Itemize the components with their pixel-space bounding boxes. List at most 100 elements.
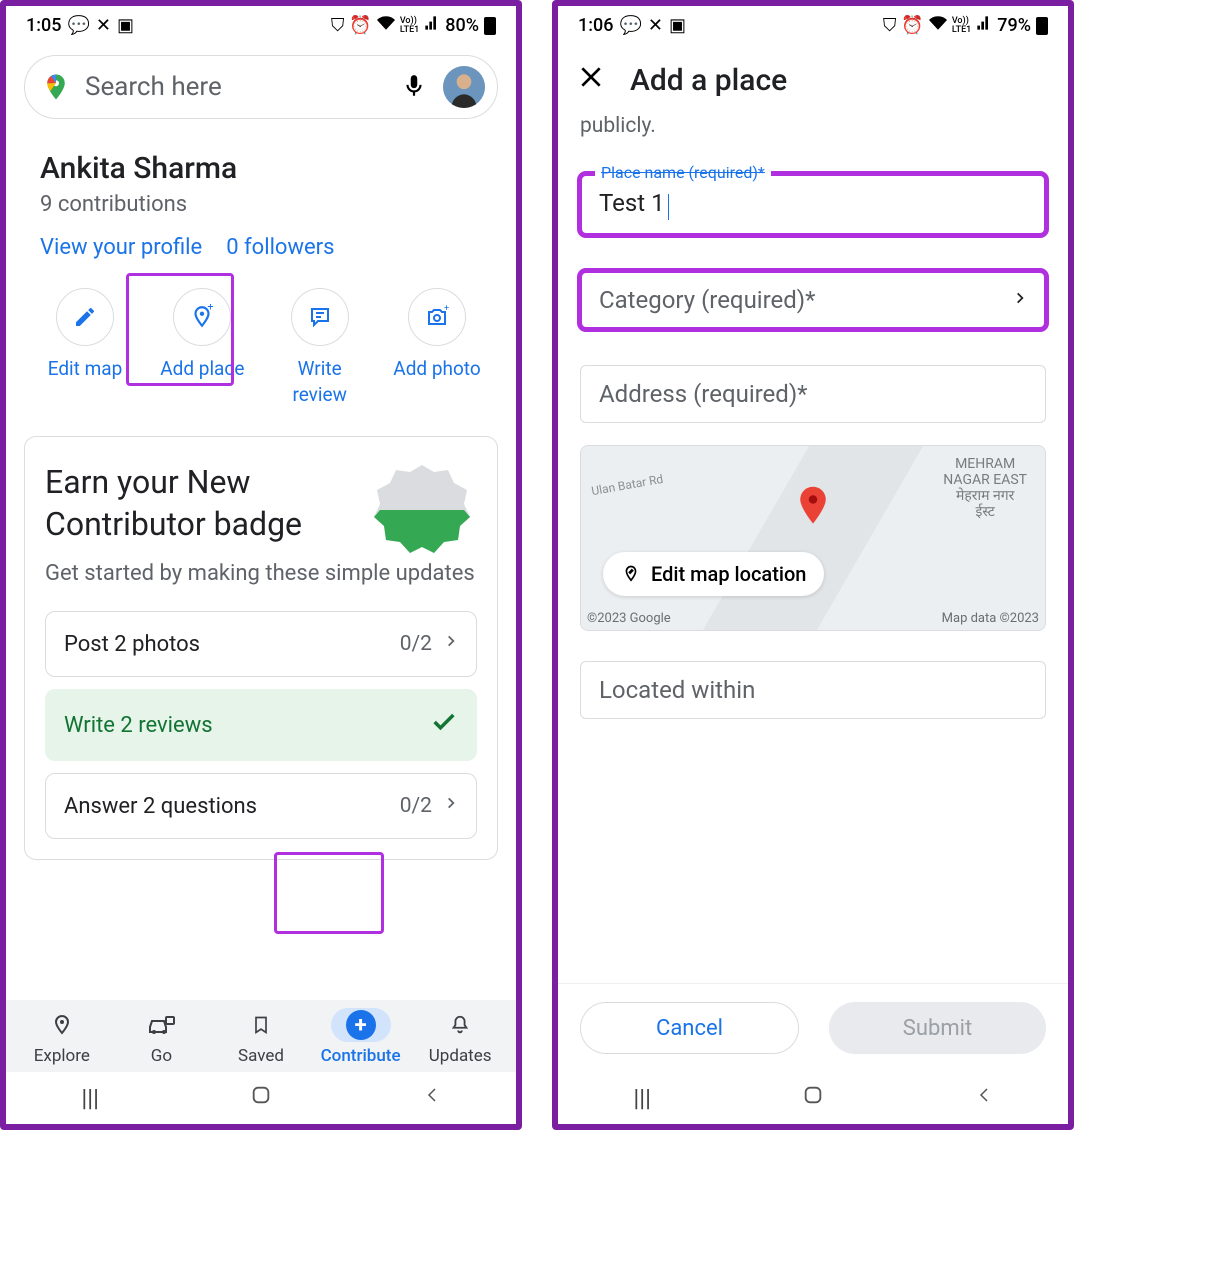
address-field[interactable]: Address (required)* (580, 365, 1046, 423)
back-icon[interactable] (423, 1084, 441, 1112)
recents-icon[interactable]: ||| (633, 1084, 651, 1112)
image-icon: ▣ (117, 15, 134, 36)
text-cursor (668, 194, 669, 220)
task-label: Post 2 photos (64, 632, 200, 657)
edit-map-label: Edit map (48, 356, 123, 382)
edit-location-label: Edit map location (651, 562, 806, 586)
mic-icon[interactable] (401, 73, 429, 101)
place-name-label: Place name (required)* (595, 163, 771, 182)
battery-saver-icon: ⛉ (883, 15, 897, 36)
system-nav: ||| (6, 1072, 516, 1124)
cancel-label: Cancel (656, 1016, 723, 1041)
add-photo-button[interactable]: + Add photo (388, 288, 486, 408)
battery-icon (1036, 17, 1048, 35)
wifi-icon (377, 14, 395, 37)
status-time: 1:05 (26, 15, 61, 36)
contributor-badge-icon (372, 460, 472, 560)
write-review-label: Write review (271, 356, 369, 408)
map-preview[interactable]: Ulan Batar Rd MEHRAM NAGAR EAST मेहराम न… (580, 445, 1046, 631)
nav-updates[interactable]: Updates (417, 1008, 503, 1066)
place-name-field[interactable]: Place name (required)* Test 1 (580, 174, 1046, 235)
wifi-icon (929, 14, 947, 37)
home-icon[interactable] (802, 1084, 824, 1112)
image-icon: ▣ (669, 15, 686, 36)
status-bar: 1:06 💬 ✕ ▣ ⛉ ⏰ Vo))LTE1 79% (558, 6, 1068, 43)
nav-go[interactable]: Go (118, 1008, 204, 1066)
volte-icon: Vo))LTE1 (400, 17, 419, 35)
task-answer-questions[interactable]: Answer 2 questions 0/2 (45, 773, 477, 839)
profile-name: Ankita Sharma (40, 151, 482, 186)
nav-contribute[interactable]: + Contribute (318, 1008, 404, 1066)
action-row: Edit map + Add place Write review + Add … (6, 270, 516, 418)
plus-icon: + (346, 1010, 376, 1040)
view-profile-link[interactable]: View your profile (40, 235, 202, 260)
car-icon (147, 1013, 175, 1037)
task-progress: 0/2 (400, 794, 432, 818)
phone-left: 1:05 💬 ✕ ▣ ⛉ ⏰ Vo))LTE1 80% Search here (0, 0, 522, 1130)
map-copyright: ©2023 Google (587, 611, 671, 626)
chevron-right-icon (444, 792, 458, 820)
recents-icon[interactable]: ||| (81, 1084, 99, 1112)
search-bar[interactable]: Search here (24, 55, 498, 119)
alarm-icon: ⏰ (349, 15, 371, 36)
svg-text:+: + (444, 305, 449, 314)
bottom-nav: Explore Go Saved + Contribute Updates (6, 1000, 516, 1072)
task-post-photos[interactable]: Post 2 photos 0/2 (45, 611, 477, 677)
located-within-field[interactable]: Located within (580, 661, 1046, 719)
alarm-icon: ⏰ (901, 15, 923, 36)
submit-label: Submit (903, 1016, 972, 1041)
nav-label: Contribute (321, 1046, 401, 1066)
edit-map-button[interactable]: Edit map (36, 288, 134, 408)
volte-icon: Vo))LTE1 (952, 17, 971, 35)
map-area-label: MEHRAM NAGAR EAST मेहराम नगर ईस्ट (943, 456, 1027, 520)
profile-avatar[interactable] (443, 66, 485, 108)
check-icon (430, 708, 458, 742)
profile-block: Ankita Sharma 9 contributions View your … (6, 131, 516, 270)
cancel-button[interactable]: Cancel (580, 1002, 799, 1054)
task-write-reviews[interactable]: Write 2 reviews (45, 689, 477, 761)
add-place-header: Add a place (558, 43, 1068, 114)
missed-call-icon: ✕ (96, 15, 111, 36)
edit-location-icon (621, 564, 641, 584)
category-placeholder: Category (required)* (599, 286, 816, 314)
nav-label: Explore (34, 1046, 90, 1066)
bookmark-icon (251, 1013, 271, 1037)
highlight-add-place (126, 273, 234, 386)
map-pin-icon (796, 486, 830, 534)
close-icon[interactable] (578, 64, 604, 97)
signal-icon (424, 15, 440, 36)
task-label: Answer 2 questions (64, 794, 257, 819)
system-nav: ||| (558, 1072, 1068, 1124)
nav-saved[interactable]: Saved (218, 1008, 304, 1066)
add-photo-label: Add photo (393, 356, 480, 382)
located-within-placeholder: Located within (599, 676, 755, 704)
highlight-contribute (274, 852, 384, 934)
battery-saver-icon: ⛉ (331, 15, 345, 36)
map-data-label: Map data ©2023 (942, 611, 1039, 626)
write-review-button[interactable]: Write review (271, 288, 369, 408)
nav-label: Saved (238, 1046, 284, 1066)
google-maps-logo-icon (41, 72, 71, 102)
nav-explore[interactable]: Explore (19, 1008, 105, 1066)
nav-label: Updates (429, 1046, 492, 1066)
bell-icon (449, 1013, 471, 1037)
signal-icon (976, 15, 992, 36)
missed-call-icon: ✕ (648, 15, 663, 36)
header-title: Add a place (630, 63, 787, 98)
submit-button[interactable]: Submit (829, 1002, 1046, 1054)
nav-label: Go (151, 1046, 172, 1066)
home-icon[interactable] (250, 1084, 272, 1112)
battery-pct: 80% (445, 15, 479, 36)
footer-buttons: Cancel Submit (558, 983, 1068, 1072)
task-progress: 0/2 (400, 632, 432, 656)
chat-icon: 💬 (67, 15, 89, 36)
form-area: Place name (required)* Test 1 Category (… (558, 152, 1068, 983)
category-field[interactable]: Category (required)* (580, 271, 1046, 329)
contributions-count: 9 contributions (40, 192, 482, 217)
followers-link[interactable]: 0 followers (226, 235, 334, 260)
status-bar: 1:05 💬 ✕ ▣ ⛉ ⏰ Vo))LTE1 80% (6, 6, 516, 43)
edit-map-location-button[interactable]: Edit map location (603, 552, 824, 596)
back-icon[interactable] (975, 1084, 993, 1112)
task-label: Write 2 reviews (64, 713, 213, 738)
status-time: 1:06 (578, 15, 613, 36)
